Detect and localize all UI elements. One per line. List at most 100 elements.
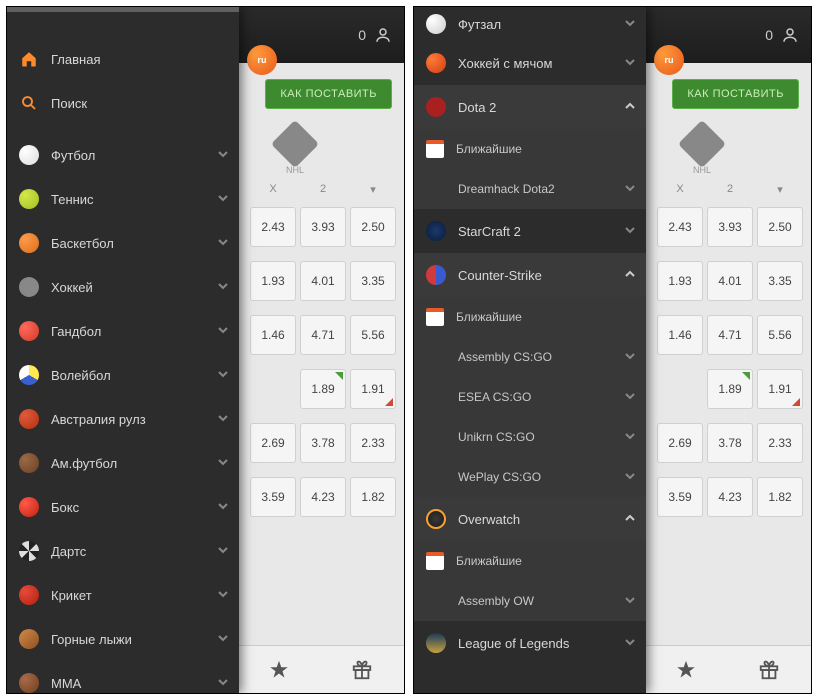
sidebar-sub-upcoming[interactable]: Ближайшие <box>414 129 646 169</box>
chevron-down-icon <box>624 390 636 405</box>
odds-cell[interactable]: 2.43 <box>250 207 296 247</box>
sidebar-item-futsal[interactable]: Футзал <box>414 7 646 41</box>
sidebar-item-basketball[interactable]: Баскетбол <box>7 221 239 265</box>
odds-cell[interactable]: 2.50 <box>757 207 803 247</box>
sidebar-item-home[interactable]: Главная <box>7 37 239 81</box>
odds-cell[interactable]: 5.56 <box>757 315 803 355</box>
odds-cell[interactable]: 4.71 <box>707 315 753 355</box>
sidebar-sub-weplay-csgo[interactable]: WePlay CS:GO <box>414 457 646 497</box>
drag-handle[interactable] <box>7 7 239 12</box>
odds-cell[interactable]: 3.78 <box>707 423 753 463</box>
sidebar-item-football[interactable]: Футбол <box>7 133 239 177</box>
odds-cell[interactable]: 3.93 <box>300 207 346 247</box>
sidebar-item-dota2[interactable]: Dota 2 <box>414 85 646 129</box>
odds-cell[interactable]: 1.91 <box>757 369 803 409</box>
chevron-down-icon <box>624 182 636 197</box>
sidebar-item-label: Assembly CS:GO <box>458 350 552 364</box>
odds-cell[interactable]: 1.91 <box>350 369 396 409</box>
bandy-icon <box>426 53 446 73</box>
chevron-down-icon <box>624 17 636 32</box>
odds-cell[interactable]: 1.82 <box>757 477 803 517</box>
chevron-down-icon <box>217 676 229 691</box>
odds-cell[interactable]: 2.50 <box>350 207 396 247</box>
sidebar-sub-esea-csgo[interactable]: ESEA CS:GO <box>414 377 646 417</box>
sidebar-item-boxing[interactable]: Бокс <box>7 485 239 529</box>
odds-cell[interactable]: 4.01 <box>300 261 346 301</box>
odds-cell[interactable]: 4.23 <box>707 477 753 517</box>
sidebar-item-amfootball[interactable]: Ам.футбол <box>7 441 239 485</box>
sidebar-item-lol[interactable]: League of Legends <box>414 621 646 665</box>
user-icon[interactable] <box>374 26 392 44</box>
odds-cell[interactable]: 2.43 <box>657 207 703 247</box>
odds-cell[interactable]: 1.89 <box>300 369 346 409</box>
boxing-icon <box>19 497 39 517</box>
star-icon[interactable] <box>268 659 290 681</box>
odds-cell[interactable]: 4.71 <box>300 315 346 355</box>
sidebar-item-label: Dreamhack Dota2 <box>458 182 555 196</box>
league-badge[interactable]: NHL <box>685 127 719 175</box>
sidebar-item-cricket[interactable]: Крикет <box>7 573 239 617</box>
sidebar-item-label: Поиск <box>51 96 87 111</box>
odds-cell[interactable]: 2.33 <box>350 423 396 463</box>
sidebar-item-tennis[interactable]: Теннис <box>7 177 239 221</box>
odds-cell[interactable]: 3.35 <box>350 261 396 301</box>
chevron-down-icon <box>624 470 636 485</box>
odds-cell[interactable]: 1.46 <box>250 315 296 355</box>
odds-row: 2.69 3.78 2.33 <box>250 423 396 463</box>
sidebar-item-search[interactable]: Поиск <box>7 81 239 125</box>
odds-cell[interactable]: 2.69 <box>250 423 296 463</box>
sidebar-sub-assembly-csgo[interactable]: Assembly CS:GO <box>414 337 646 377</box>
sidebar-item-label: Ближайшие <box>456 554 522 568</box>
how-to-bet-button[interactable]: КАК ПОСТАВИТЬ <box>672 79 799 109</box>
odds-cell[interactable]: 3.93 <box>707 207 753 247</box>
odds-cell[interactable]: 5.56 <box>350 315 396 355</box>
sidebar-item-hockey[interactable]: Хоккей <box>7 265 239 309</box>
odds-cell[interactable]: 1.89 <box>707 369 753 409</box>
tennis-icon <box>19 189 39 209</box>
odds-cell[interactable]: 3.59 <box>657 477 703 517</box>
sidebar-sub-assembly-ow[interactable]: Assembly OW <box>414 581 646 621</box>
odds-row: 2.43 3.93 2.50 <box>250 207 396 247</box>
sidebar-item-volleyball[interactable]: Волейбол <box>7 353 239 397</box>
sidebar-item-mma[interactable]: MMA <box>7 661 239 693</box>
odds-cell[interactable]: 1.93 <box>250 261 296 301</box>
sidebar-item-label: Горные лыжи <box>51 632 132 647</box>
how-to-bet-button[interactable]: КАК ПОСТАВИТЬ <box>265 79 392 109</box>
odds-row: 3.59 4.23 1.82 <box>250 477 396 517</box>
odds-row: 1.89 1.91 <box>250 369 396 409</box>
odds-cell[interactable]: 4.23 <box>300 477 346 517</box>
sidebar-item-starcraft2[interactable]: StarCraft 2 <box>414 209 646 253</box>
odds-cell[interactable]: 4.01 <box>707 261 753 301</box>
league-badge[interactable]: NHL <box>278 127 312 175</box>
sidebar-sub-unikrn-csgo[interactable]: Unikrn CS:GO <box>414 417 646 457</box>
chevron-down-icon <box>217 456 229 471</box>
odds-cell[interactable]: 2.69 <box>657 423 703 463</box>
sidebar-item-handball[interactable]: Гандбол <box>7 309 239 353</box>
odds-cell[interactable]: 1.82 <box>350 477 396 517</box>
sidebar-item-darts[interactable]: Дартс <box>7 529 239 573</box>
sidebar-item-counterstrike[interactable]: Counter-Strike <box>414 253 646 297</box>
sidebar-sub-upcoming[interactable]: Ближайшие <box>414 541 646 581</box>
odds-cell[interactable]: 3.35 <box>757 261 803 301</box>
star-icon[interactable] <box>675 659 697 681</box>
odds-cell[interactable]: 1.93 <box>657 261 703 301</box>
sidebar-item-label: Австралия рулз <box>51 412 146 427</box>
sidebar-item-label: Крикет <box>51 588 92 603</box>
sidebar-item-ski[interactable]: Горные лыжи <box>7 617 239 661</box>
chevron-down-icon <box>217 280 229 295</box>
gift-icon[interactable] <box>758 659 780 681</box>
sidebar-sub-upcoming[interactable]: Ближайшие <box>414 297 646 337</box>
sidebar-item-label: Гандбол <box>51 324 101 339</box>
balance: 0 <box>358 27 366 43</box>
user-icon[interactable] <box>781 26 799 44</box>
sidebar-item-bandy[interactable]: Хоккей с мячом <box>414 41 646 85</box>
sidebar-sub-dreamhack[interactable]: Dreamhack Dota2 <box>414 169 646 209</box>
odds-cell[interactable]: 3.59 <box>250 477 296 517</box>
odds-cell[interactable]: 3.78 <box>300 423 346 463</box>
gift-icon[interactable] <box>351 659 373 681</box>
odds-cell[interactable]: 1.46 <box>657 315 703 355</box>
odds-grid: 2.43 3.93 2.50 1.93 4.01 3.35 1.46 4.71 … <box>250 207 396 517</box>
sidebar-item-overwatch[interactable]: Overwatch <box>414 497 646 541</box>
sidebar-item-aussierules[interactable]: Австралия рулз <box>7 397 239 441</box>
odds-cell[interactable]: 2.33 <box>757 423 803 463</box>
